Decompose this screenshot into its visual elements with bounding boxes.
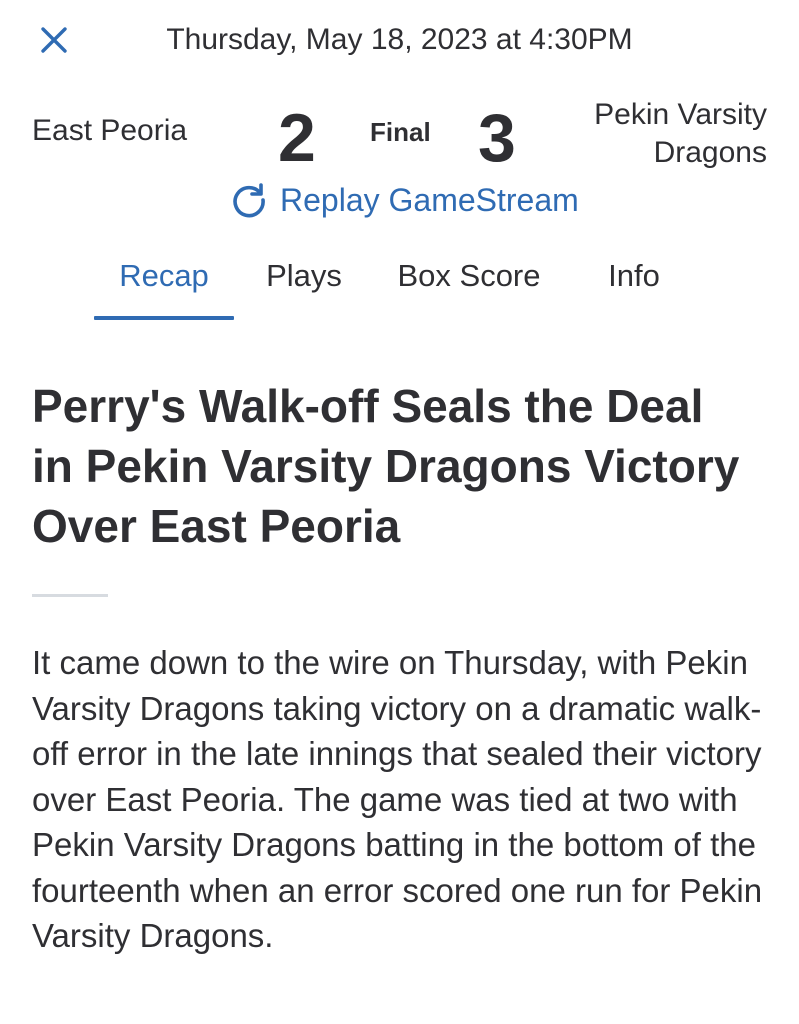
game-status: Final — [370, 117, 431, 147]
replay-gamestream-label: Replay GameStream — [280, 182, 579, 218]
home-team-name: Pekin Varsity Dragons — [547, 96, 767, 172]
tab-info[interactable]: Info — [594, 250, 674, 302]
tab-box-score[interactable]: Box Score — [384, 250, 554, 302]
home-team-name-line1: Pekin Varsity — [594, 98, 767, 131]
away-team-score: 2 — [278, 100, 316, 176]
replay-gamestream-button[interactable]: Replay GameStream — [228, 178, 579, 222]
home-team-name-line2: Dragons — [653, 136, 767, 169]
game-datetime: Thursday, May 18, 2023 at 4:30PM — [166, 23, 633, 56]
refresh-icon — [233, 183, 265, 218]
game-recap-screen: Thursday, May 18, 2023 at 4:30PM East Pe… — [0, 0, 799, 1024]
active-tab-indicator — [94, 316, 234, 320]
recap-headline: Perry's Walk-off Seals the Deal in Pekin… — [32, 380, 740, 552]
tab-bar: Recap Plays Box Score Info — [94, 250, 694, 322]
home-team-score: 3 — [478, 100, 516, 176]
headline-divider — [32, 594, 108, 597]
away-team-name: East Peoria — [32, 114, 188, 147]
tab-plays[interactable]: Plays — [254, 250, 354, 302]
tab-recap[interactable]: Recap — [94, 250, 234, 302]
recap-body: It came down to the wire on Thursday, wi… — [32, 644, 763, 954]
